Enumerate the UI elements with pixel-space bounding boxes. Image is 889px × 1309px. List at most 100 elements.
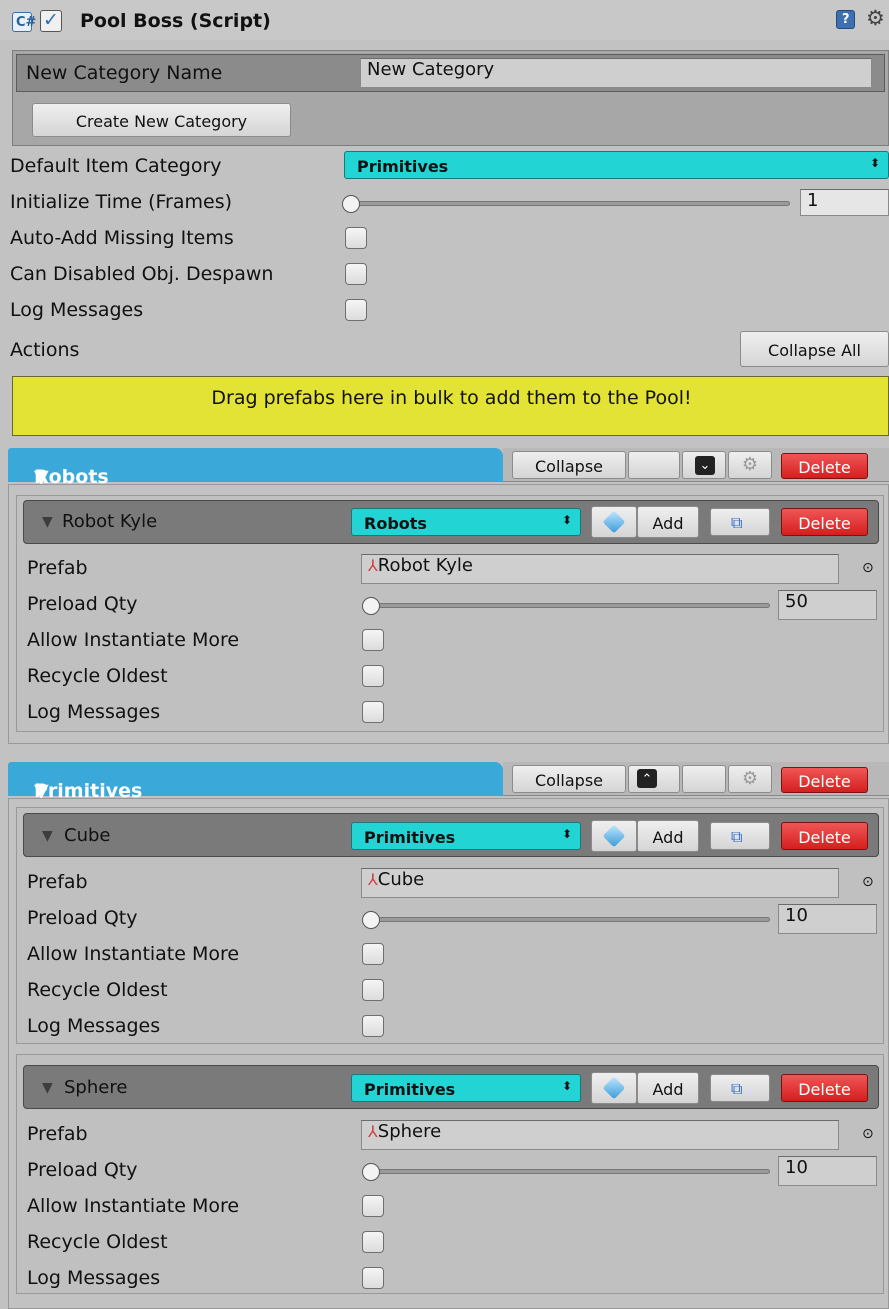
prefab-label: Prefab bbox=[27, 871, 88, 893]
category-tab-robots[interactable]: ▼ Robots bbox=[8, 448, 503, 488]
preload-input[interactable]: 10 bbox=[778, 1156, 877, 1186]
item-delete-button[interactable]: Delete bbox=[781, 822, 868, 850]
collapse-triangle-icon[interactable]: ▼ bbox=[42, 1081, 53, 1095]
category-collapse-button[interactable]: Collapse bbox=[512, 765, 626, 793]
item-category-dropdown[interactable]: Primitives ⬍ bbox=[351, 822, 581, 850]
init-time-label: Initialize Time (Frames) bbox=[10, 191, 233, 213]
object-picker-icon[interactable]: ⊙ bbox=[862, 875, 874, 889]
cube-icon bbox=[602, 1076, 626, 1100]
prefab-model-icon: ⅄ bbox=[368, 556, 378, 575]
prefab-preview-button[interactable] bbox=[591, 820, 637, 852]
help-icon[interactable]: ? bbox=[836, 10, 855, 29]
category-delete-button[interactable]: Delete bbox=[781, 767, 868, 793]
init-time-slider-track[interactable] bbox=[346, 201, 790, 206]
prefab-label: Prefab bbox=[27, 1123, 88, 1145]
preload-slider-track[interactable] bbox=[368, 1169, 770, 1174]
object-picker-icon[interactable]: ⊙ bbox=[862, 561, 874, 575]
can-disabled-label: Can Disabled Obj. Despawn bbox=[10, 263, 274, 285]
prefab-drop-zone[interactable]: Drag prefabs here in bulk to add them to… bbox=[12, 376, 889, 436]
cube-icon bbox=[602, 510, 626, 534]
auto-add-checkbox[interactable] bbox=[345, 227, 367, 249]
recycle-checkbox[interactable] bbox=[362, 665, 384, 687]
duplicate-button[interactable]: ⧉ bbox=[710, 508, 770, 536]
item-delete-button[interactable]: Delete bbox=[781, 508, 868, 536]
category-settings-button[interactable]: ⚙ bbox=[728, 765, 772, 793]
collapse-triangle-icon[interactable]: ▼ bbox=[42, 515, 53, 529]
collapse-all-button[interactable]: Collapse All bbox=[740, 331, 889, 367]
preload-slider-thumb[interactable] bbox=[362, 911, 380, 929]
recycle-label: Recycle Oldest bbox=[27, 1231, 168, 1253]
recycle-checkbox[interactable] bbox=[362, 979, 384, 1001]
preload-input[interactable]: 50 bbox=[778, 590, 877, 620]
dropdown-arrow-icon: ⬍ bbox=[869, 156, 880, 170]
category-name-input[interactable]: New Category bbox=[360, 58, 872, 88]
log-messages-checkbox[interactable] bbox=[345, 299, 367, 321]
move-up-button[interactable]: ⌃ bbox=[628, 765, 680, 793]
preload-slider-thumb[interactable] bbox=[362, 1163, 380, 1181]
category-spacer-button bbox=[628, 451, 680, 479]
prefab-field[interactable]: ⅄Robot Kyle bbox=[361, 554, 839, 584]
preload-slider-track[interactable] bbox=[368, 917, 770, 922]
category-collapse-button[interactable]: Collapse bbox=[512, 451, 626, 479]
prefab-field[interactable]: ⅄Sphere bbox=[361, 1120, 839, 1150]
preload-input[interactable]: 10 bbox=[778, 904, 877, 934]
duplicate-icon: ⧉ bbox=[731, 513, 743, 532]
create-category-button[interactable]: Create New Category bbox=[32, 103, 291, 137]
script-icon: C# bbox=[12, 12, 36, 32]
category-settings-button[interactable]: ⚙ bbox=[728, 451, 772, 479]
item-log-label: Log Messages bbox=[27, 1015, 161, 1037]
allow-more-label: Allow Instantiate More bbox=[27, 943, 240, 965]
item-delete-button[interactable]: Delete bbox=[781, 1074, 868, 1102]
add-button[interactable]: Add bbox=[637, 820, 699, 852]
duplicate-button[interactable]: ⧉ bbox=[710, 1074, 770, 1102]
move-down-button[interactable]: ⌄ bbox=[682, 451, 726, 479]
item-category-dropdown[interactable]: Robots ⬍ bbox=[351, 508, 581, 536]
prefab-field[interactable]: ⅄Cube bbox=[361, 868, 839, 898]
item-log-checkbox[interactable] bbox=[362, 1267, 384, 1289]
category-tab-primitives[interactable]: ▼ Primitives bbox=[8, 762, 503, 802]
component-title: Pool Boss (Script) bbox=[80, 10, 271, 32]
item-log-checkbox[interactable] bbox=[362, 1015, 384, 1037]
prefab-label: Prefab bbox=[27, 557, 88, 579]
add-button[interactable]: Add bbox=[637, 1072, 699, 1104]
preload-label: Preload Qty bbox=[27, 593, 138, 615]
prefab-model-icon: ⅄ bbox=[368, 1122, 378, 1141]
recycle-checkbox[interactable] bbox=[362, 1231, 384, 1253]
allow-more-checkbox[interactable] bbox=[362, 629, 384, 651]
object-picker-icon[interactable]: ⊙ bbox=[862, 1127, 874, 1141]
init-time-slider-thumb[interactable] bbox=[342, 195, 360, 213]
item-log-label: Log Messages bbox=[27, 1267, 161, 1289]
duplicate-button[interactable]: ⧉ bbox=[710, 822, 770, 850]
log-messages-label: Log Messages bbox=[10, 299, 144, 321]
duplicate-icon: ⧉ bbox=[731, 1079, 743, 1098]
enabled-checkbox[interactable]: ✓ bbox=[40, 10, 62, 32]
preload-slider-track[interactable] bbox=[368, 603, 770, 608]
dropdown-arrow-icon: ⬍ bbox=[561, 1079, 572, 1093]
preload-label: Preload Qty bbox=[27, 907, 138, 929]
recycle-label: Recycle Oldest bbox=[27, 665, 168, 687]
component-header: C# ✓ Pool Boss (Script) ? ⚙ bbox=[0, 0, 889, 40]
can-disabled-checkbox[interactable] bbox=[345, 263, 367, 285]
cog-icon: ⚙ bbox=[741, 768, 759, 789]
preload-slider-thumb[interactable] bbox=[362, 597, 380, 615]
chevron-down-icon: ⌄ bbox=[695, 456, 715, 475]
chevron-up-icon: ⌃ bbox=[637, 769, 657, 788]
add-button[interactable]: Add bbox=[637, 506, 699, 538]
allow-more-label: Allow Instantiate More bbox=[27, 629, 240, 651]
cog-icon: ⚙ bbox=[741, 454, 759, 475]
prefab-preview-button[interactable] bbox=[591, 506, 637, 538]
gear-icon[interactable]: ⚙ bbox=[866, 6, 885, 30]
item-log-checkbox[interactable] bbox=[362, 701, 384, 723]
collapse-triangle-icon[interactable]: ▼ bbox=[42, 829, 53, 843]
category-delete-button[interactable]: Delete bbox=[781, 453, 868, 479]
prefab-preview-button[interactable] bbox=[591, 1072, 637, 1104]
dropdown-arrow-icon: ⬍ bbox=[561, 827, 572, 841]
init-time-input[interactable]: 1 bbox=[800, 189, 889, 216]
item-category-dropdown[interactable]: Primitives ⬍ bbox=[351, 1074, 581, 1102]
category-spacer-button bbox=[682, 765, 726, 793]
default-category-dropdown[interactable]: Primitives ⬍ bbox=[344, 151, 889, 179]
drop-zone-text: Drag prefabs here in bulk to add them to… bbox=[211, 387, 692, 409]
allow-more-checkbox[interactable] bbox=[362, 943, 384, 965]
allow-more-checkbox[interactable] bbox=[362, 1195, 384, 1217]
category-name-label: New Category Name bbox=[26, 62, 223, 84]
